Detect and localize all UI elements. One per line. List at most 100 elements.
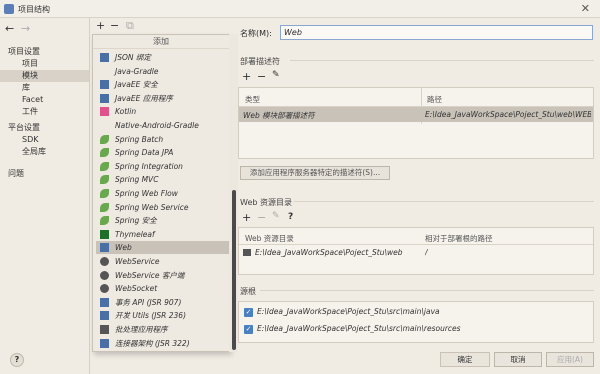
menu-item[interactable]: WebService 客户端 <box>96 269 229 282</box>
menu-item[interactable]: Java-Gradle <box>96 65 229 78</box>
edit-descriptor-icon[interactable]: ✎ <box>272 70 280 80</box>
divider <box>239 244 593 245</box>
copy-icon[interactable]: ⧉ <box>126 19 134 33</box>
web-resource-table: Web 资源目录 相对于部署根的路径 E:\Idea_JavaWorkSpace… <box>238 227 594 275</box>
menu-item-label: 连接器架构 (JSR 322) <box>115 338 190 348</box>
add-descriptor-icon[interactable]: + <box>242 70 251 83</box>
sidebar-item[interactable]: SDK <box>0 134 89 146</box>
help-button[interactable]: ? <box>10 353 24 367</box>
json-icon <box>100 53 109 62</box>
sidebar-item[interactable]: 项目 <box>0 58 89 70</box>
menu-item[interactable]: 事务 API (JSR 907) <box>96 296 229 309</box>
remove-web-root-icon[interactable]: − <box>257 211 266 224</box>
menu-item-label: 批处理应用程序 <box>115 325 168 334</box>
folder-icon <box>243 249 251 256</box>
menu-item-label: Spring Web Service <box>115 202 189 212</box>
sidebar-item[interactable]: 平台设置 <box>0 122 89 134</box>
jee-icon <box>100 297 109 307</box>
apply-button[interactable]: 应用(A) <box>546 352 594 367</box>
menu-header: 添加 <box>93 35 229 49</box>
menu-item[interactable]: Native-Android-Gradle <box>96 119 229 132</box>
forward-arrow-icon[interactable]: → <box>21 22 30 35</box>
menu-item-label: Thymeleaf <box>115 229 155 239</box>
spring-icon <box>100 161 109 171</box>
table-cell: / <box>425 248 428 257</box>
sidebar-item[interactable]: 全局库 <box>0 146 89 158</box>
source-root-checkbox[interactable]: ✓ <box>244 308 253 317</box>
globe-icon <box>100 257 109 266</box>
source-root-checkbox[interactable]: ✓ <box>244 325 253 334</box>
batch-icon <box>100 325 109 334</box>
menu-item-label: Spring 安全 <box>115 216 157 226</box>
menu-item-label: JavaEE 应用程序 <box>115 93 173 103</box>
remove-icon[interactable]: − <box>110 19 119 32</box>
menu-item[interactable]: Spring Batch <box>96 133 229 146</box>
add-server-descriptor-button[interactable]: 添加应用程序服务器特定的描述符(S)... <box>240 166 390 180</box>
menu-item-label: JSON 绑定 <box>115 53 151 62</box>
menu-item-label: Java-Gradle <box>115 66 159 76</box>
source-roots-section-title: 源根 <box>240 287 256 296</box>
sidebar-item[interactable]: Facet <box>0 94 89 106</box>
sidebar-item[interactable]: 问题 <box>0 168 89 180</box>
globe-icon <box>100 284 109 294</box>
menu-item-label: Kotlin <box>115 107 137 117</box>
table-row[interactable]: E:\Idea_JavaWorkSpace\Poject_Stu\web / <box>239 246 593 259</box>
menu-item[interactable]: JavaEE 安全 <box>96 78 229 91</box>
menu-item-label: Web <box>115 243 132 253</box>
table-cell: Web 模块部署描述符 <box>243 111 315 120</box>
edit-web-root-icon[interactable]: ✎ <box>272 211 280 221</box>
menu-scrollbar-thumb[interactable] <box>232 190 236 350</box>
menu-item[interactable]: 开发 Utils (JSR 236) <box>96 309 229 322</box>
column-header-path: 路径 <box>427 95 442 104</box>
web-icon <box>100 243 109 253</box>
menu-item-label: WebService 客户端 <box>115 270 185 280</box>
sidebar-item[interactable]: 工件 <box>0 106 89 118</box>
menu-item-label: Native-Android-Gradle <box>115 121 199 130</box>
jee-icon <box>100 311 109 321</box>
back-arrow-icon[interactable]: ← <box>5 22 14 35</box>
menu-item-label: Spring Data JPA <box>115 148 174 158</box>
menu-item[interactable]: Web <box>96 241 229 255</box>
add-web-root-icon[interactable]: + <box>242 211 251 224</box>
table-cell: E:\Idea_JavaWorkSpace\Poject_Stu\web\WEB… <box>425 110 591 119</box>
cancel-button[interactable]: 取消 <box>494 352 542 367</box>
remove-descriptor-icon[interactable]: − <box>257 70 266 83</box>
sidebar-item[interactable]: 模块 <box>0 70 89 82</box>
ok-button[interactable]: 确定 <box>440 352 490 367</box>
spring-icon <box>100 134 109 144</box>
app-icon <box>4 4 14 14</box>
menu-item[interactable]: Spring 安全 <box>96 214 229 227</box>
menu-item[interactable]: Spring Integration <box>96 160 229 173</box>
divider <box>294 201 594 202</box>
javaee-icon <box>100 80 109 90</box>
table-row[interactable]: Web 模块部署描述符 E:\Idea_JavaWorkSpace\Poject… <box>239 107 593 122</box>
close-icon[interactable]: ✕ <box>581 2 590 15</box>
divider <box>290 60 594 61</box>
menu-item[interactable]: WebService <box>96 255 229 268</box>
sidebar-item[interactable]: 库 <box>0 82 89 94</box>
menu-item-label: 开发 Utils (JSR 236) <box>115 311 187 321</box>
menu-item[interactable]: Thymeleaf <box>96 228 229 241</box>
menu-item[interactable]: Spring MVC <box>96 173 229 186</box>
thymeleaf-icon <box>100 229 109 239</box>
menu-item[interactable]: WebSocket <box>96 282 229 295</box>
add-framework-menu: 添加 JSON 绑定 Java-Gradle JavaEE 安全 JavaEE 应用程… <box>92 34 230 352</box>
menu-item[interactable]: Spring Web Flow <box>96 187 229 200</box>
menu-item[interactable]: 批处理应用程序 <box>96 323 229 336</box>
name-input[interactable]: Web <box>280 25 593 40</box>
spring-icon <box>100 189 109 198</box>
help-icon[interactable]: ? <box>288 212 293 222</box>
window-title: 项目结构 <box>18 5 50 14</box>
menu-item[interactable]: JSON 绑定 <box>96 51 229 64</box>
menu-item[interactable]: JavaEE 应用程序 <box>96 92 229 105</box>
spring-icon <box>100 148 109 158</box>
menu-item[interactable]: Spring Data JPA <box>96 146 229 159</box>
menu-item[interactable]: Kotlin <box>96 105 229 118</box>
web-resource-section-title: Web 资源目录 <box>240 198 292 207</box>
menu-item[interactable]: Spring Web Service <box>96 201 229 214</box>
menu-item[interactable]: 连接器架构 (JSR 322) <box>96 337 229 350</box>
sidebar-item[interactable]: 项目设置 <box>0 46 89 58</box>
add-icon[interactable]: + <box>96 19 105 32</box>
menu-item-label: Spring Batch <box>115 134 164 144</box>
menu-item-label: WebSocket <box>115 284 158 294</box>
